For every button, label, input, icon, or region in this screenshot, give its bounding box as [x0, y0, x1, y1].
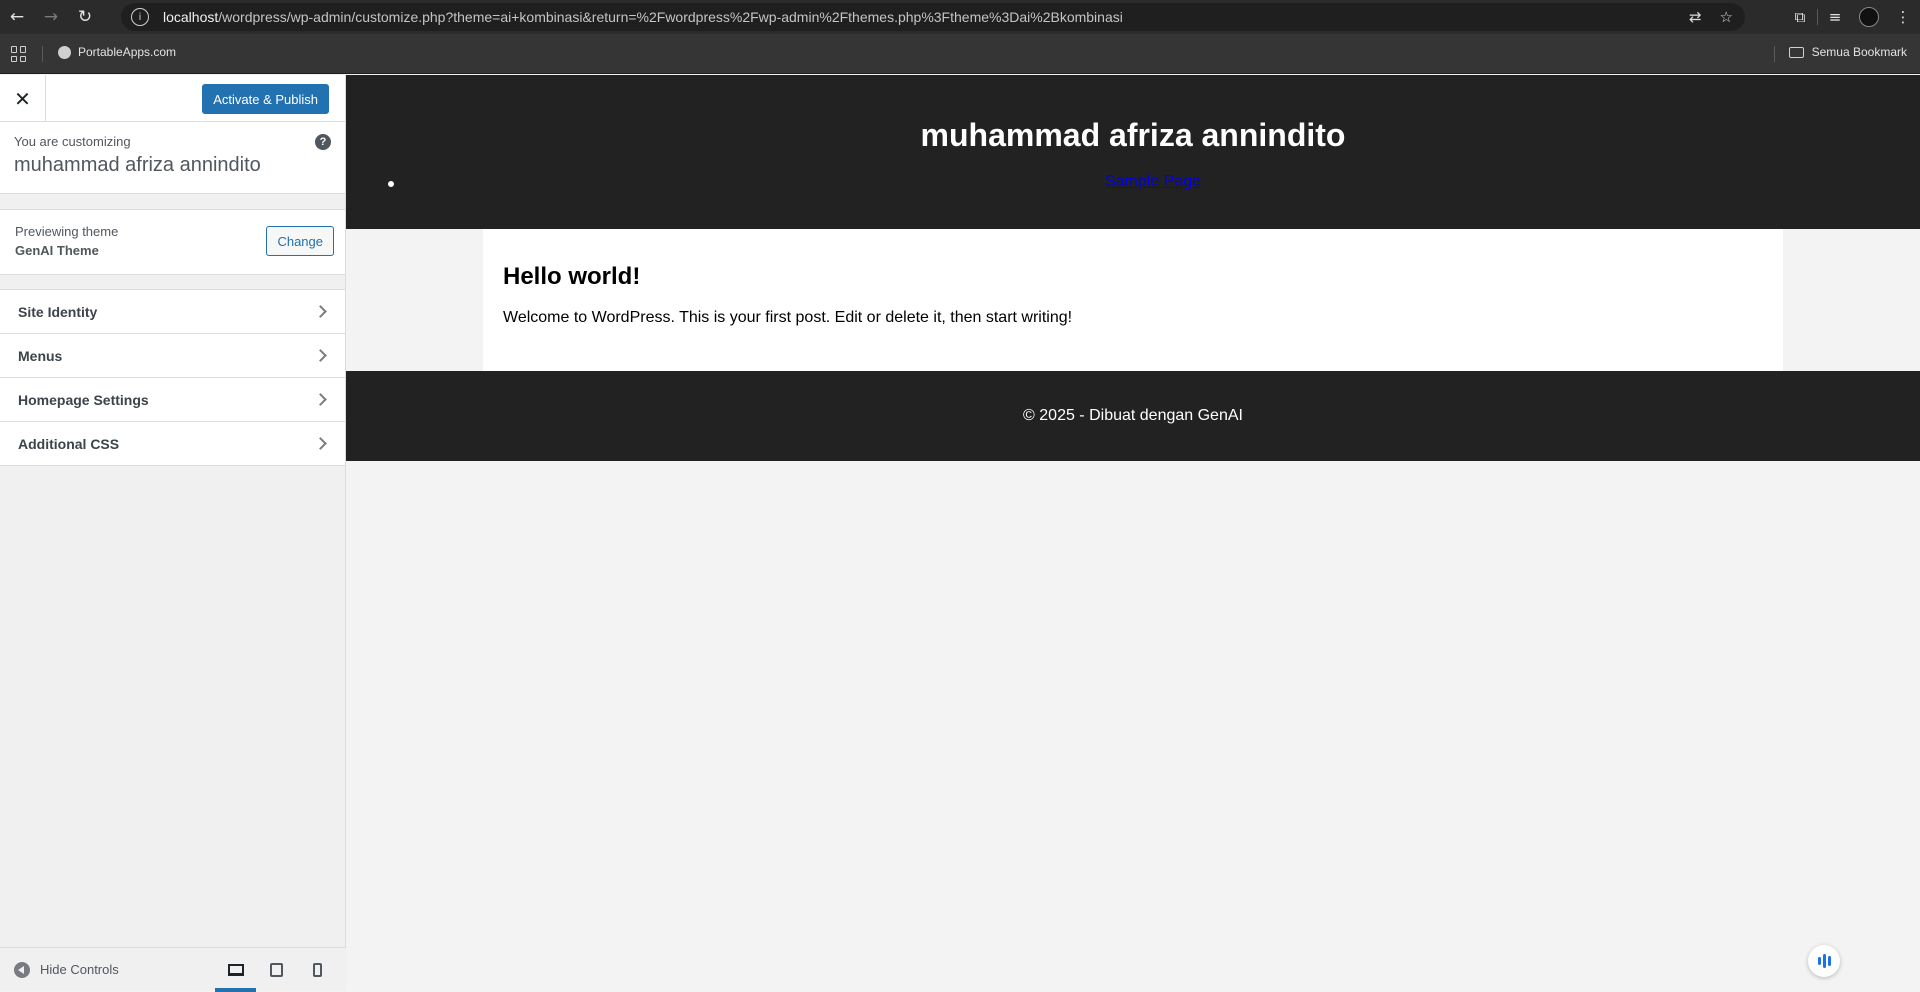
section-homepage-settings[interactable]: Homepage Settings — [0, 378, 345, 422]
site-footer: © 2025 - Dibuat dengan GenAI — [346, 371, 1920, 461]
site-header: muhammad afriza annindito Sample Page — [346, 75, 1920, 229]
all-bookmarks-label: Semua Bookmark — [1811, 45, 1907, 59]
customizer-sidebar: ✕ Activate & Publish You are customizing… — [0, 75, 346, 992]
theme-info: Previewing theme GenAI Theme Change — [0, 209, 345, 275]
device-preview-switcher — [215, 948, 338, 992]
url-host: localhost — [163, 9, 219, 25]
section-label: Menus — [18, 347, 63, 364]
reload-button[interactable]: ↻ — [68, 0, 102, 34]
desktop-icon — [227, 964, 244, 976]
mobile-icon — [313, 963, 322, 977]
post-card: Hello world! Welcome to WordPress. This … — [483, 229, 1783, 371]
footer-text: © 2025 - Dibuat dengan GenAI — [1023, 407, 1243, 424]
section-label: Homepage Settings — [18, 391, 149, 408]
bookmark-divider — [1774, 46, 1775, 62]
help-icon[interactable]: ? — [315, 134, 331, 150]
collapse-icon — [14, 961, 30, 978]
tablet-icon — [270, 963, 283, 977]
customizing-label: You are customizing — [14, 134, 131, 149]
folder-icon — [1788, 46, 1804, 58]
section-label: Site Identity — [18, 303, 98, 320]
all-bookmarks-button[interactable]: Semua Bookmark — [1788, 45, 1907, 59]
post-title[interactable]: Hello world! — [503, 263, 1763, 291]
activate-publish-button[interactable]: Activate & Publish — [202, 84, 329, 114]
chevron-right-icon — [314, 349, 327, 362]
section-menus[interactable]: Menus — [0, 334, 345, 378]
customizing-info: You are customizing muhammad afriza anni… — [0, 122, 345, 194]
change-theme-button[interactable]: Change — [266, 226, 334, 256]
browser-toolbar: ← → ↻ i localhost/wordpress/wp-admin/cus… — [0, 0, 1920, 34]
close-icon[interactable]: ✕ — [0, 75, 46, 122]
customizer-sections: Site Identity Menus Homepage Settings Ad… — [0, 289, 345, 466]
url-path: /wordpress/wp-admin/customize.php?theme=… — [218, 9, 1123, 25]
bookmarks-bar: PortableApps.com Semua Bookmark — [0, 34, 1920, 74]
kebab-icon[interactable]: ⋮ — [1886, 0, 1920, 34]
customizer-header: ✕ Activate & Publish — [0, 75, 345, 122]
mobile-preview-button[interactable] — [297, 948, 338, 992]
bookmark-label: PortableApps.com — [78, 45, 177, 59]
site-preview: muhammad afriza annindito Sample Page He… — [346, 75, 1920, 991]
hide-controls-label: Hide Controls — [40, 962, 119, 977]
profile-avatar[interactable] — [1852, 0, 1886, 34]
forward-button[interactable]: → — [34, 0, 68, 34]
customizer-footer: Hide Controls — [0, 947, 346, 992]
bookmark-divider — [42, 46, 43, 62]
section-label: Additional CSS — [18, 435, 120, 452]
post-body: Welcome to WordPress. This is your first… — [503, 309, 1073, 326]
assistant-icon[interactable] — [1808, 945, 1840, 977]
address-bar[interactable]: i localhost/wordpress/wp-admin/customize… — [121, 3, 1745, 31]
url-text[interactable]: localhost/wordpress/wp-admin/customize.p… — [163, 9, 1123, 25]
site-info-icon[interactable]: i — [131, 8, 149, 26]
tablet-preview-button[interactable] — [256, 948, 297, 992]
chevron-right-icon — [314, 437, 327, 450]
chevron-right-icon — [314, 305, 327, 318]
globe-icon — [58, 45, 71, 59]
chevron-right-icon — [314, 393, 327, 406]
nav-link-sample-page[interactable]: Sample Page — [346, 173, 1920, 191]
section-additional-css[interactable]: Additional CSS — [0, 422, 345, 466]
customizing-site-name: muhammad afriza annindito — [14, 154, 261, 176]
section-site-identity[interactable]: Site Identity — [0, 290, 345, 334]
media-icon[interactable]: ≡ — [1818, 0, 1852, 34]
apps-grid-icon[interactable] — [11, 46, 27, 62]
star-icon[interactable]: ☆ — [1720, 8, 1733, 26]
desktop-preview-button[interactable] — [215, 948, 256, 992]
hide-controls-button[interactable]: Hide Controls — [14, 961, 119, 978]
translate-icon[interactable]: ⇄ — [1689, 8, 1702, 26]
back-button[interactable]: ← — [0, 0, 34, 34]
site-title[interactable]: muhammad afriza annindito — [346, 117, 1920, 154]
puzzle-icon[interactable]: ⧉ — [1783, 0, 1817, 34]
bookmark-portableapps[interactable]: PortableApps.com — [58, 45, 176, 59]
